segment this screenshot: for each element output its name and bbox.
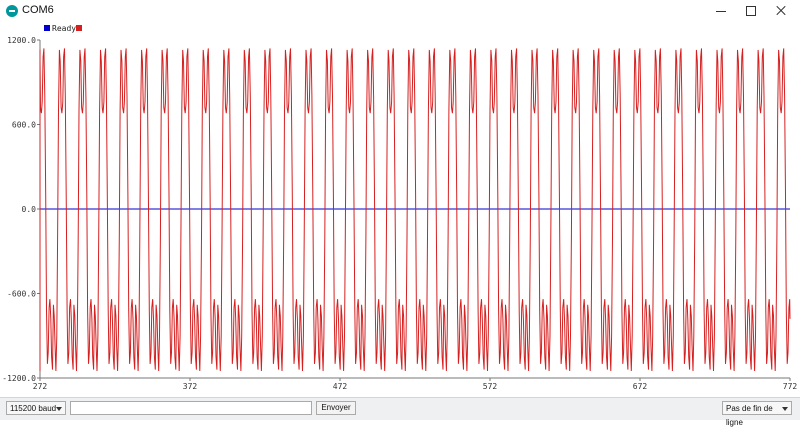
line-ending-select[interactable]: Pas de fin de ligne: [722, 401, 792, 427]
bottom-toolbar: 115200 baud Envoyer Pas de fin de ligne: [0, 397, 800, 427]
message-input[interactable]: [70, 401, 312, 415]
x-tick-label: 572: [483, 382, 498, 391]
line-ending-value: Pas de fin de ligne: [726, 404, 773, 427]
send-button[interactable]: Envoyer: [316, 401, 356, 415]
legend-label-ready: Ready: [52, 24, 76, 33]
x-tick-label: 272: [33, 382, 48, 391]
chevron-down-icon: [782, 407, 788, 411]
x-tick-label: 772: [783, 382, 798, 391]
close-button[interactable]: [766, 0, 796, 22]
y-tick-label: -1200.0: [2, 374, 36, 383]
baud-rate-select[interactable]: 115200 baud: [6, 401, 66, 415]
y-tick-label: -600.0: [7, 290, 36, 299]
window-title: COM6: [22, 4, 54, 16]
y-tick-label: 1200.0: [7, 36, 36, 45]
x-tick-label: 472: [333, 382, 348, 391]
y-tick-label: 0.0: [22, 205, 37, 214]
x-tick-label: 672: [633, 382, 648, 391]
arduino-icon: [6, 5, 18, 17]
serial-plotter-chart: 1200.0 600.0 0.0 -600.0 -1200.0272 372 472 572 6…: [0, 22, 800, 397]
legend-swatch-ready: [44, 25, 50, 31]
x-tick-label: 372: [183, 382, 198, 391]
chevron-down-icon: [56, 407, 62, 411]
title-bar: COM6: [0, 0, 800, 22]
minimize-button[interactable]: [706, 0, 736, 22]
legend-swatch-2: [76, 25, 82, 31]
maximize-button[interactable]: [736, 0, 766, 22]
y-tick-label: 600.0: [12, 121, 36, 130]
baud-rate-value: 115200 baud: [10, 404, 57, 413]
